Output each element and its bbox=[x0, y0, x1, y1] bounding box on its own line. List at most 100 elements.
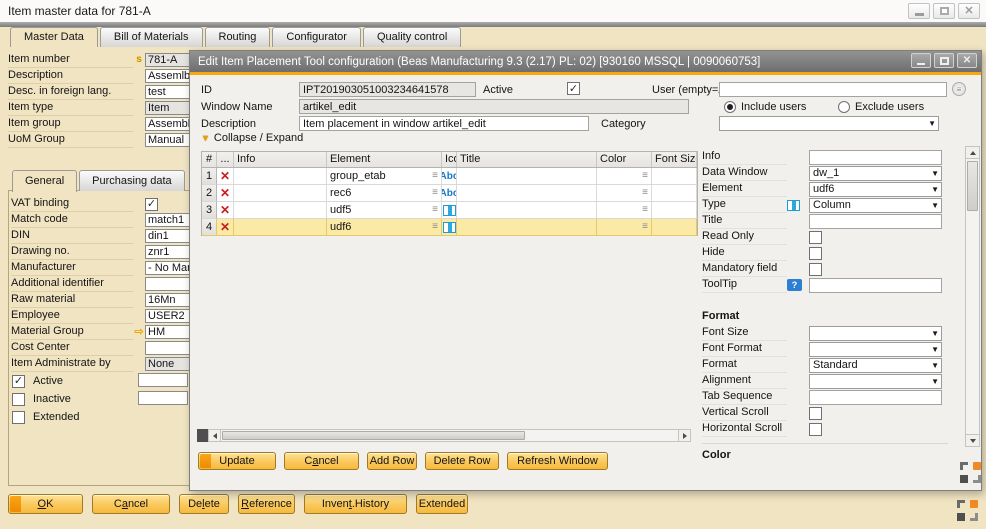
row-delete-cell[interactable]: ✕ bbox=[217, 202, 234, 219]
row-number-cell[interactable]: 2 bbox=[202, 185, 217, 202]
button-ok[interactable]: OK bbox=[8, 494, 83, 514]
button-delete-row[interactable]: Delete Row bbox=[425, 452, 499, 470]
color-cell[interactable]: ≡ bbox=[597, 168, 652, 185]
prop-select-alignment[interactable]: ▼ bbox=[809, 374, 942, 389]
row-delete-cell[interactable]: ✕ bbox=[217, 168, 234, 185]
subtab-general[interactable]: General bbox=[12, 170, 77, 192]
prop-input-tab-sequence[interactable] bbox=[809, 390, 942, 405]
title-cell[interactable] bbox=[457, 202, 597, 219]
scroll-thumb[interactable] bbox=[967, 161, 978, 211]
include-users-radio[interactable] bbox=[724, 101, 736, 113]
prop-input-tooltip[interactable] bbox=[809, 278, 942, 293]
button-add-row[interactable]: Add Row bbox=[367, 452, 417, 470]
menu-handle-icon[interactable]: ≡ bbox=[642, 222, 648, 232]
drag-handle-icon[interactable]: ≡ bbox=[432, 205, 438, 215]
dialog-close-button[interactable]: ✕ bbox=[957, 53, 977, 68]
close-button[interactable]: ✕ bbox=[958, 3, 980, 19]
button-refresh-window[interactable]: Refresh Window bbox=[507, 452, 608, 470]
drag-handle-icon[interactable]: ≡ bbox=[432, 222, 438, 232]
info-cell[interactable] bbox=[234, 185, 327, 202]
font-size-cell[interactable] bbox=[652, 168, 697, 185]
row-number-cell[interactable]: 4 bbox=[202, 219, 217, 236]
element-cell[interactable]: group_etab≡ bbox=[327, 168, 442, 185]
button-cancel[interactable]: Cancel bbox=[92, 494, 170, 514]
prop-select-type[interactable]: Column▼ bbox=[809, 198, 942, 213]
button-delete[interactable]: Delete bbox=[179, 494, 229, 514]
prop-input-info[interactable] bbox=[809, 150, 942, 165]
prop-checkbox-vertical-scroll[interactable] bbox=[809, 407, 822, 420]
exclude-users-radio[interactable] bbox=[838, 101, 850, 113]
maximize-button[interactable] bbox=[933, 3, 955, 19]
tab-master-data[interactable]: Master Data bbox=[10, 27, 98, 47]
scroll-down-button[interactable] bbox=[965, 434, 980, 447]
id-field[interactable]: IPT201903051003234641578 bbox=[299, 82, 476, 97]
row-delete-cell[interactable]: ✕ bbox=[217, 219, 234, 236]
menu-handle-icon[interactable]: ≡ bbox=[642, 171, 648, 181]
button-update[interactable]: Update bbox=[198, 452, 276, 470]
color-cell[interactable]: ≡ bbox=[597, 202, 652, 219]
user-list-button[interactable]: ≡ bbox=[952, 82, 966, 96]
tab-routing[interactable]: Routing bbox=[205, 27, 271, 47]
element-cell[interactable]: udf5≡ bbox=[327, 202, 442, 219]
checkbox-active[interactable] bbox=[12, 375, 25, 388]
description-field[interactable]: Item placement in window artikel_edit bbox=[299, 116, 589, 131]
info-cell[interactable] bbox=[234, 219, 327, 236]
tab-bill-of-materials[interactable]: Bill of Materials bbox=[100, 27, 203, 47]
drag-handle-icon[interactable]: ≡ bbox=[432, 188, 438, 198]
scroll-track[interactable] bbox=[221, 429, 678, 442]
info-cell[interactable] bbox=[234, 168, 327, 185]
prop-checkbox-read-only[interactable] bbox=[809, 231, 822, 244]
prop-select-font-size[interactable]: ▼ bbox=[809, 326, 942, 341]
font-size-cell[interactable] bbox=[652, 202, 697, 219]
icon-cell[interactable]: Abc bbox=[442, 185, 457, 202]
title-cell[interactable] bbox=[457, 185, 597, 202]
prop-select-font-format[interactable]: ▼ bbox=[809, 342, 942, 357]
title-cell[interactable] bbox=[457, 219, 597, 236]
window-name-field[interactable]: artikel_edit bbox=[299, 99, 689, 114]
active-checkbox[interactable] bbox=[567, 82, 580, 95]
element-cell[interactable]: udf6≡ bbox=[327, 219, 442, 236]
delete-row-icon[interactable]: ✕ bbox=[220, 221, 230, 233]
row-number-cell[interactable]: 3 bbox=[202, 202, 217, 219]
prop-checkbox-mandatory-field[interactable] bbox=[809, 263, 822, 276]
drag-handle-icon[interactable]: ≡ bbox=[432, 171, 438, 181]
scroll-right-button[interactable] bbox=[678, 429, 691, 442]
prop-checkbox-hide[interactable] bbox=[809, 247, 822, 260]
expand-window-icon[interactable] bbox=[957, 500, 978, 521]
user-field[interactable] bbox=[719, 82, 947, 97]
color-cell[interactable]: ≡ bbox=[597, 185, 652, 202]
prop-checkbox-horizontal-scroll[interactable] bbox=[809, 423, 822, 436]
element-cell[interactable]: rec6≡ bbox=[327, 185, 442, 202]
expand-dialog-icon[interactable] bbox=[960, 462, 981, 483]
title-cell[interactable] bbox=[457, 168, 597, 185]
tab-quality-control[interactable]: Quality control bbox=[363, 27, 461, 47]
menu-handle-icon[interactable]: ≡ bbox=[642, 205, 648, 215]
status-field-active[interactable] bbox=[138, 373, 188, 387]
info-cell[interactable] bbox=[234, 202, 327, 219]
delete-row-icon[interactable]: ✕ bbox=[220, 170, 230, 182]
row-delete-cell[interactable]: ✕ bbox=[217, 185, 234, 202]
checkbox-extended[interactable] bbox=[12, 411, 25, 424]
icon-cell[interactable] bbox=[442, 202, 457, 219]
prop-select-element[interactable]: udf6▼ bbox=[809, 182, 942, 197]
icon-cell[interactable] bbox=[442, 219, 457, 236]
category-select[interactable]: ▼ bbox=[719, 116, 939, 131]
button-cancel[interactable]: Cancel bbox=[284, 452, 359, 470]
icon-cell[interactable]: Abc bbox=[442, 168, 457, 185]
minimize-button[interactable] bbox=[908, 3, 930, 19]
button-invent-history[interactable]: Invent.History bbox=[304, 494, 407, 514]
scroll-left-button[interactable] bbox=[208, 429, 221, 442]
delete-row-icon[interactable]: ✕ bbox=[220, 187, 230, 199]
color-cell[interactable]: ≡ bbox=[597, 219, 652, 236]
dialog-maximize-button[interactable] bbox=[934, 53, 954, 68]
prop-select-format[interactable]: Standard▼ bbox=[809, 358, 942, 373]
dialog-minimize-button[interactable] bbox=[911, 53, 931, 68]
delete-row-icon[interactable]: ✕ bbox=[220, 204, 230, 216]
button-extended[interactable]: Extended bbox=[416, 494, 468, 514]
row-number-cell[interactable]: 1 bbox=[202, 168, 217, 185]
checkbox-inactive[interactable] bbox=[12, 393, 25, 406]
subtab-purchasing-data[interactable]: Purchasing data bbox=[79, 170, 185, 191]
button-reference[interactable]: Reference bbox=[238, 494, 295, 514]
prop-select-data-window[interactable]: dw_1▼ bbox=[809, 166, 942, 181]
menu-handle-icon[interactable]: ≡ bbox=[642, 188, 648, 198]
